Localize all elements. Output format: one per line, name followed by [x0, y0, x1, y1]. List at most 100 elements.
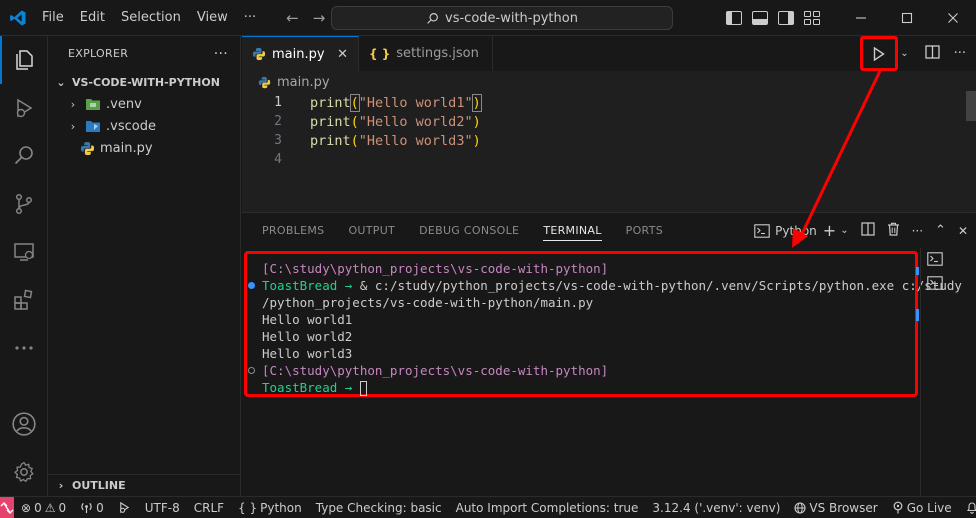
split-editor-icon[interactable] — [924, 44, 940, 63]
remote-explorer-icon[interactable] — [0, 228, 48, 276]
command-center-text: vs-code-with-python — [445, 10, 578, 26]
forward-arrow-icon[interactable]: → — [313, 9, 326, 27]
explorer-more-button[interactable]: ··· — [214, 46, 228, 62]
go-live-status[interactable]: Go Live — [885, 501, 959, 515]
warning-count: 0 — [58, 500, 67, 515]
go-live-icon — [893, 501, 903, 514]
terminal-instance-icon[interactable] — [927, 276, 976, 294]
menu-view[interactable]: View — [189, 0, 236, 36]
json-file-icon: { } — [369, 46, 391, 61]
code-line: 4 — [242, 150, 976, 169]
debug-status[interactable] — [111, 501, 138, 514]
editor-actions: ⌄ ··· — [860, 36, 976, 71]
broadcast-icon — [81, 502, 92, 514]
code-line: 3 print("Hello world3") — [242, 131, 976, 150]
run-debug-icon[interactable] — [0, 84, 48, 132]
terminal-selector[interactable]: Python — [754, 224, 817, 238]
go-live-label: Go Live — [906, 500, 952, 515]
panel-more-button[interactable]: ··· — [912, 224, 923, 238]
terminal-command-continued: /python_projects/vs-code-with-python/mai… — [262, 295, 594, 310]
panel-actions: Python + ⌄ ··· ⌃ ✕ — [754, 213, 968, 248]
title-right-controls — [726, 0, 976, 36]
auto-import-status[interactable]: Auto Import Completions: true — [449, 501, 646, 515]
tab-main-py[interactable]: main.py ✕ — [242, 36, 359, 71]
account-icon[interactable] — [0, 400, 48, 448]
code-token-string: "Hello world3" — [358, 132, 473, 149]
eol-status[interactable]: CRLF — [187, 501, 231, 515]
editor-more-button[interactable]: ··· — [954, 46, 966, 61]
terminal-icon — [754, 223, 770, 238]
customize-layout-icon[interactable] — [804, 11, 820, 25]
outline-section-header[interactable]: › OUTLINE — [48, 474, 241, 496]
tree-item-label: .venv — [106, 96, 142, 112]
split-terminal-icon[interactable] — [860, 222, 875, 239]
extensions-icon[interactable] — [0, 276, 48, 324]
breadcrumb[interactable]: main.py — [242, 71, 976, 93]
problems-status[interactable]: ⊗ 0 ⚠ 0 — [14, 501, 73, 515]
command-pending-dot-icon[interactable] — [248, 367, 255, 374]
menu-edit[interactable]: Edit — [72, 0, 113, 36]
maximize-button[interactable] — [884, 0, 930, 36]
explorer-sidebar: EXPLORER ··· ⌄ VS-CODE-WITH-PYTHON › .ve… — [48, 36, 241, 496]
tab-settings-json[interactable]: { } settings.json — [359, 36, 493, 71]
chevron-down-icon[interactable]: ⌄ — [900, 48, 908, 59]
language-status[interactable]: { } Python — [231, 501, 309, 515]
menu-more[interactable]: ··· — [236, 0, 264, 36]
search-icon — [427, 12, 438, 24]
toggle-primary-sidebar-icon[interactable] — [726, 11, 742, 25]
chevron-down-icon[interactable]: ⌄ — [840, 225, 848, 236]
vs-browser-status[interactable]: VS Browser — [787, 501, 884, 515]
notifications-icon[interactable] — [959, 501, 976, 514]
code-token-paren: ( — [350, 132, 359, 149]
back-arrow-icon[interactable]: ← — [286, 9, 299, 27]
search-sidebar-icon[interactable] — [0, 132, 48, 180]
code-token-paren: ( — [350, 113, 359, 130]
command-center-search[interactable]: vs-code-with-python — [331, 6, 673, 30]
new-terminal-icon[interactable]: + — [823, 221, 836, 240]
tree-item-main-py[interactable]: main.py — [48, 137, 240, 159]
python-interpreter-status[interactable]: 3.12.4 ('.venv': venv) — [645, 501, 787, 515]
tab-ports[interactable]: PORTS — [626, 224, 663, 237]
command-success-dot-icon[interactable] — [248, 282, 255, 289]
tab-output[interactable]: OUTPUT — [348, 224, 395, 237]
terminal-prompt: ToastBread → — [262, 380, 360, 395]
tree-item-vscode[interactable]: › .vscode — [48, 115, 240, 137]
bottom-panel: PROBLEMS OUTPUT DEBUG CONSOLE TERMINAL P… — [242, 212, 976, 497]
tab-debug-console[interactable]: DEBUG CONSOLE — [419, 224, 519, 237]
terminal-instance-icon[interactable] — [927, 252, 976, 270]
terminal-command-line: ToastBread → & c:/study/python_projects/… — [248, 277, 962, 294]
source-control-icon[interactable] — [0, 180, 48, 228]
editor-scrollbar[interactable] — [966, 91, 976, 121]
type-checking-status[interactable]: Type Checking: basic — [309, 501, 449, 515]
remote-indicator-icon[interactable] — [0, 496, 14, 518]
code-editor[interactable]: 1 print("Hello world1") 2 print("Hello w… — [242, 93, 976, 169]
tab-terminal[interactable]: TERMINAL — [543, 220, 602, 241]
manage-gear-icon[interactable] — [0, 448, 48, 496]
tab-problems[interactable]: PROBLEMS — [262, 224, 324, 237]
explorer-icon[interactable] — [0, 36, 48, 84]
ports-status[interactable]: 0 — [73, 501, 111, 515]
code-token-function: print — [310, 132, 351, 149]
encoding-status[interactable]: UTF-8 — [138, 501, 187, 515]
terminal-output[interactable]: [C:\study\python_projects\vs-code-with-p… — [248, 260, 962, 396]
chevron-right-icon: › — [70, 97, 76, 111]
line-number: 1 — [274, 95, 282, 110]
maximize-panel-icon[interactable]: ⌃ — [935, 223, 946, 238]
minimize-button[interactable] — [838, 0, 884, 36]
toggle-panel-icon[interactable] — [752, 11, 768, 25]
play-icon — [874, 46, 885, 61]
close-tab-icon[interactable]: ✕ — [337, 47, 348, 62]
trash-icon[interactable] — [887, 222, 900, 239]
tab-label: settings.json — [396, 46, 479, 61]
close-window-button[interactable] — [930, 0, 976, 36]
close-panel-icon[interactable]: ✕ — [958, 224, 968, 238]
project-folder-header[interactable]: ⌄ VS-CODE-WITH-PYTHON — [48, 71, 240, 93]
menu-file[interactable]: File — [36, 0, 72, 36]
toggle-secondary-sidebar-icon[interactable] — [778, 11, 794, 25]
terminal-output-line: Hello world2 — [262, 329, 353, 344]
tree-item-venv[interactable]: › .venv — [48, 93, 240, 115]
menu-selection[interactable]: Selection — [113, 0, 189, 36]
more-views-icon[interactable] — [0, 324, 48, 372]
run-python-file-button[interactable] — [860, 36, 899, 71]
vscode-logo-icon — [0, 0, 36, 36]
